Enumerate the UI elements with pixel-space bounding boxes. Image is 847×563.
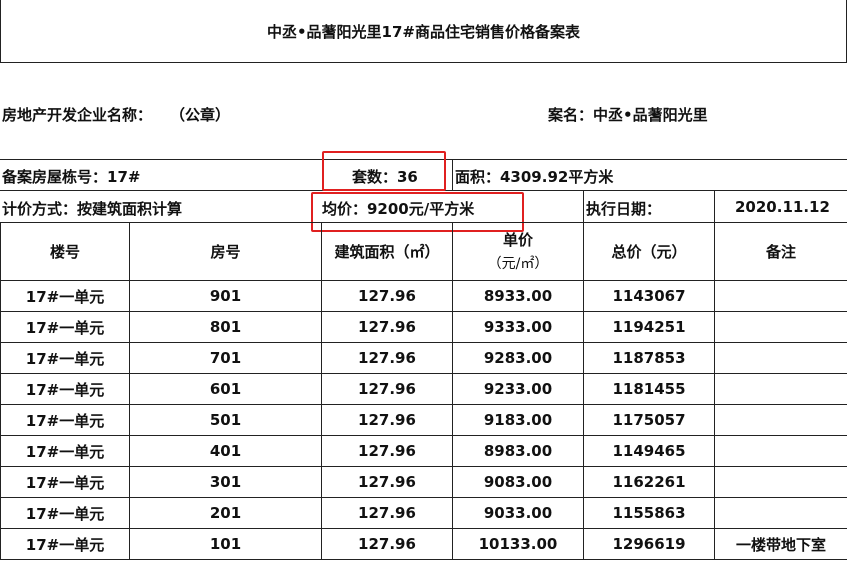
cell-room: 901 — [129, 280, 322, 312]
header-remark: 备注 — [714, 222, 847, 281]
price-table: 楼号 房号 建筑面积（㎡） 单价 （元/㎡） 总价（元） 备注 17#一单元 9… — [0, 222, 847, 560]
cell-building: 17#一单元 — [0, 311, 130, 343]
cell-building: 17#一单元 — [0, 280, 130, 312]
cell-building: 17#一单元 — [0, 528, 130, 560]
header-unit-price-line2: （元/㎡） — [487, 255, 549, 272]
pricing-method: 计价方式：按建筑面积计算 — [2, 200, 183, 218]
table-header-row: 楼号 房号 建筑面积（㎡） 单价 （元/㎡） 总价（元） 备注 — [0, 222, 847, 281]
case-name: 案名：中丞•品蓍阳光里 — [548, 106, 708, 124]
cell-building: 17#一单元 — [0, 497, 130, 529]
header-total-price: 总价（元） — [583, 222, 715, 281]
cell-total-price: 1149465 — [583, 435, 715, 467]
cell-room: 301 — [129, 466, 322, 498]
cell-building: 17#一单元 — [0, 373, 130, 405]
developer-seal: （公章） — [170, 106, 231, 124]
cell-unit-price: 9033.00 — [452, 497, 584, 529]
total-area: 面积：4309.92平方米 — [455, 168, 614, 186]
divider — [714, 190, 715, 222]
table-row: 17#一单元 701 127.96 9283.00 1187853 — [0, 342, 847, 374]
cell-remark — [714, 280, 847, 312]
cell-area: 127.96 — [321, 497, 453, 529]
title-box: 中丞•品蓍阳光里17#商品住宅销售价格备案表 — [0, 0, 847, 63]
cell-remark — [714, 311, 847, 343]
divider — [452, 159, 453, 190]
cell-room: 201 — [129, 497, 322, 529]
cell-area: 127.96 — [321, 342, 453, 374]
cell-room: 401 — [129, 435, 322, 467]
cell-room: 701 — [129, 342, 322, 374]
developer-label: 房地产开发企业名称： — [2, 106, 153, 124]
cell-unit-price: 9283.00 — [452, 342, 584, 374]
cell-building: 17#一单元 — [0, 435, 130, 467]
cell-room: 601 — [129, 373, 322, 405]
header-room: 房号 — [129, 222, 322, 281]
cell-unit-price: 8983.00 — [452, 435, 584, 467]
cell-area: 127.96 — [321, 311, 453, 343]
building-number: 备案房屋栋号：17# — [2, 168, 141, 186]
table-row: 17#一单元 801 127.96 9333.00 1194251 — [0, 311, 847, 343]
cell-building: 17#一单元 — [0, 466, 130, 498]
cell-remark — [714, 466, 847, 498]
cell-unit-price: 9083.00 — [452, 466, 584, 498]
table-row: 17#一单元 901 127.96 8933.00 1143067 — [0, 280, 847, 312]
cell-total-price: 1187853 — [583, 342, 715, 374]
cell-unit-price: 9333.00 — [452, 311, 584, 343]
cell-room: 501 — [129, 404, 322, 436]
cell-building: 17#一单元 — [0, 404, 130, 436]
cell-remark — [714, 342, 847, 374]
header-unit-price: 单价 （元/㎡） — [452, 222, 584, 281]
header-building: 楼号 — [0, 222, 130, 281]
cell-remark — [714, 435, 847, 467]
cell-area: 127.96 — [321, 466, 453, 498]
cell-total-price: 1155863 — [583, 497, 715, 529]
cell-room: 801 — [129, 311, 322, 343]
cell-area: 127.96 — [321, 280, 453, 312]
cell-area: 127.96 — [321, 528, 453, 560]
table-row: 17#一单元 401 127.96 8983.00 1149465 — [0, 435, 847, 467]
cell-remark — [714, 497, 847, 529]
effective-date-label: 执行日期： — [586, 200, 662, 218]
cell-total-price: 1194251 — [583, 311, 715, 343]
cell-total-price: 1296619 — [583, 528, 715, 560]
cell-building: 17#一单元 — [0, 342, 130, 374]
table-row: 17#一单元 501 127.96 9183.00 1175057 — [0, 404, 847, 436]
cell-unit-price: 9183.00 — [452, 404, 584, 436]
cell-total-price: 1175057 — [583, 404, 715, 436]
cell-remark — [714, 373, 847, 405]
price-filing-sheet: 中丞•品蓍阳光里17#商品住宅销售价格备案表 房地产开发企业名称： （公章） 案… — [0, 0, 847, 563]
page-title: 中丞•品蓍阳光里17#商品住宅销售价格备案表 — [266, 23, 581, 41]
cell-area: 127.96 — [321, 373, 453, 405]
cell-unit-price: 8933.00 — [452, 280, 584, 312]
effective-date: 2020.11.12 — [735, 198, 830, 216]
divider — [583, 190, 584, 222]
cell-unit-price: 9233.00 — [452, 373, 584, 405]
table-row: 17#一单元 201 127.96 9033.00 1155863 — [0, 497, 847, 529]
table-row: 17#一单元 101 127.96 10133.00 1296619 一楼带地下… — [0, 528, 847, 560]
header-area: 建筑面积（㎡） — [321, 222, 453, 281]
cell-area: 127.96 — [321, 404, 453, 436]
header-unit-price-line1: 单价 — [502, 230, 533, 249]
cell-remark — [714, 404, 847, 436]
cell-remark: 一楼带地下室 — [714, 528, 847, 560]
cell-room: 101 — [129, 528, 322, 560]
cell-total-price: 1143067 — [583, 280, 715, 312]
table-row: 17#一单元 601 127.96 9233.00 1181455 — [0, 373, 847, 405]
table-row: 17#一单元 301 127.96 9083.00 1162261 — [0, 466, 847, 498]
cell-total-price: 1162261 — [583, 466, 715, 498]
cell-total-price: 1181455 — [583, 373, 715, 405]
cell-area: 127.96 — [321, 435, 453, 467]
cell-unit-price: 10133.00 — [452, 528, 584, 560]
unit-count-highlight — [322, 151, 446, 191]
